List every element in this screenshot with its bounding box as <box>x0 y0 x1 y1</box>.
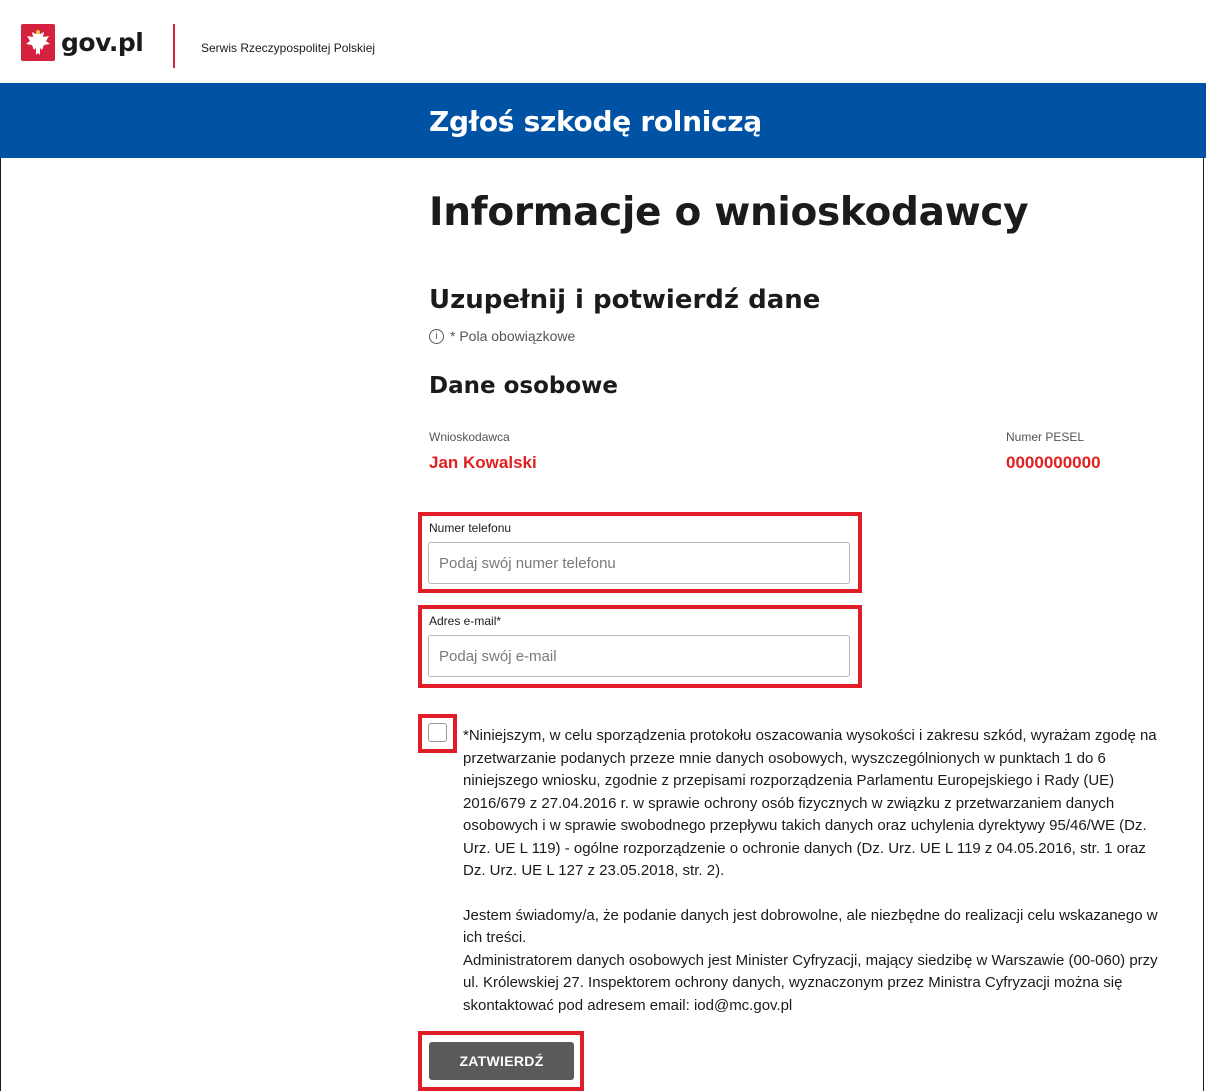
section-title: Dane osobowe <box>429 373 618 399</box>
polish-eagle-icon <box>21 24 55 61</box>
govpl-logo[interactable]: gov.pl <box>21 24 144 61</box>
awareness-text: Jestem świadomy/a, że podanie danych jes… <box>463 906 1158 947</box>
logo-text: gov.pl <box>61 28 144 57</box>
required-note-text: * Pola obowiązkowe <box>450 328 576 344</box>
consent-text: *Niniejszym, w celu sporządzenia protoko… <box>463 727 1157 879</box>
info-icon: i <box>429 328 444 344</box>
email-input[interactable] <box>428 635 850 677</box>
consent-text-block: *Niniejszym, w celu sporządzenia protoko… <box>463 725 1163 1017</box>
page-title: Informacje o wnioskodawcy <box>429 190 1029 235</box>
pesel-value: 0000000000 <box>1006 453 1101 472</box>
header-divider <box>173 24 175 68</box>
applicant-name: Jan Kowalski <box>429 453 537 472</box>
top-bar: gov.pl Serwis Rzeczypospolitej Polskiej <box>0 0 1206 83</box>
submit-button[interactable]: ZATWIERDŹ <box>429 1042 574 1080</box>
pesel-label: Numer PESEL <box>1006 430 1085 444</box>
required-note: i * Pola obowiązkowe <box>429 328 575 344</box>
phone-input[interactable] <box>428 542 850 584</box>
admin-text: Administratorem danych osobowych jest Mi… <box>463 951 1158 1014</box>
consent-checkbox[interactable] <box>428 723 447 742</box>
service-name: Serwis Rzeczypospolitej Polskiej <box>201 41 376 55</box>
phone-label: Numer telefonu <box>429 521 512 535</box>
page-subtitle: Uzupełnij i potwierdź dane <box>429 285 821 315</box>
banner-title: Zgłoś szkodę rolniczą <box>429 105 762 138</box>
email-label: Adres e-mail* <box>429 614 502 628</box>
applicant-label: Wnioskodawca <box>429 430 510 444</box>
